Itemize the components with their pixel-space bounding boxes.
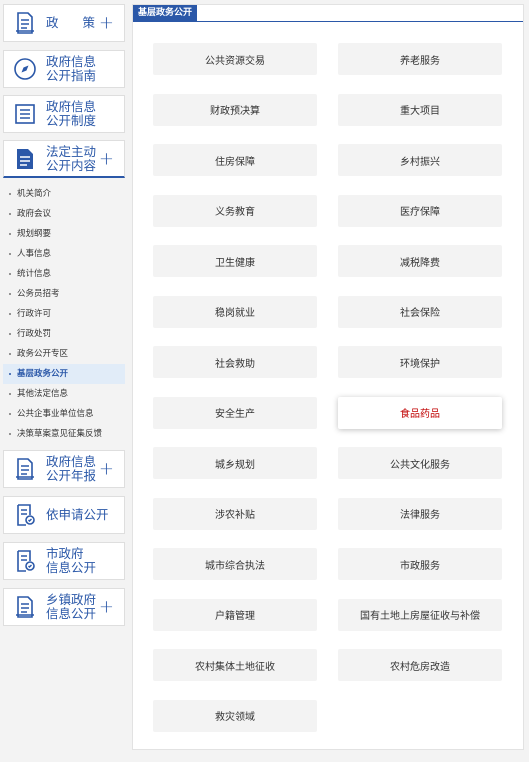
menu-annual-report[interactable]: 政府信息 公开年报 + [3, 450, 125, 488]
submenu-item[interactable]: 机关简介 [3, 184, 125, 204]
category-button[interactable]: 公共文化服务 [338, 447, 502, 479]
submenu-item-active[interactable]: 基层政务公开 [3, 364, 125, 384]
submenu-item[interactable]: 其他法定信息 [3, 384, 125, 404]
submenu: 机关简介 政府会议 规划纲要 人事信息 统计信息 公务员招考 行政许可 行政处罚… [3, 184, 125, 444]
list-box-icon [12, 101, 38, 127]
menu-statutory-content-label: 法定主动 公开内容 [46, 143, 97, 173]
menu-statutory-content[interactable]: 法定主动 公开内容 + [3, 140, 125, 178]
main-panel: 基层政务公开 公共资源交易 养老服务 财政预决算 重大项目 住房保障 乡村振兴 … [132, 4, 524, 750]
expand-icon[interactable]: + [99, 597, 114, 618]
category-button[interactable]: 救灾领域 [153, 699, 317, 732]
category-button[interactable]: 户籍管理 [153, 598, 317, 631]
category-button[interactable]: 公共资源交易 [153, 43, 317, 75]
category-button[interactable]: 医疗保障 [338, 194, 502, 227]
document-check-icon [12, 502, 38, 528]
submenu-item[interactable]: 人事信息 [3, 244, 125, 264]
submenu-item[interactable]: 政府会议 [3, 204, 125, 224]
category-button[interactable]: 社会救助 [153, 346, 317, 378]
menu-disclosure-guide-label: 政府信息 公开指南 [46, 54, 97, 83]
menu-annual-report-label: 政府信息 公开年报 [46, 454, 97, 483]
menu-city-gov-disclosure-label: 市政府 信息公开 [46, 546, 97, 575]
submenu-item[interactable]: 公务员招考 [3, 284, 125, 304]
category-button[interactable]: 财政预决算 [153, 93, 317, 126]
menu-policy[interactable]: 政 策 + [3, 4, 125, 42]
category-button[interactable]: 住房保障 [153, 144, 317, 176]
menu-city-gov-disclosure[interactable]: 市政府 信息公开 [3, 542, 125, 580]
menu-township-gov-disclosure[interactable]: 乡镇政府 信息公开 + [3, 588, 125, 626]
menu-disclosure-system-label: 政府信息 公开制度 [46, 99, 97, 128]
menu-apply-disclosure[interactable]: 依申请公开 [3, 496, 125, 534]
category-button[interactable]: 法律服务 [338, 497, 502, 530]
panel-title: 基层政务公开 [133, 5, 198, 21]
category-button[interactable]: 减税降费 [338, 245, 502, 277]
submenu-item[interactable]: 公共企事业单位信息 [3, 404, 125, 424]
category-button[interactable]: 卫生健康 [153, 245, 317, 277]
compass-icon [12, 56, 38, 82]
category-button[interactable]: 养老服务 [338, 43, 502, 75]
submenu-item[interactable]: 统计信息 [3, 264, 125, 284]
menu-policy-label: 政 策 [46, 15, 105, 30]
panel-header: 基层政务公开 [133, 5, 523, 22]
category-button[interactable]: 环境保护 [338, 346, 502, 378]
category-button[interactable]: 城市综合执法 [153, 548, 317, 580]
expand-icon[interactable]: + [99, 148, 114, 169]
submenu-item[interactable]: 行政处罚 [3, 324, 125, 344]
sidebar: 政 策 + 政府信息 公开指南 政府信息 公开制度 法定主动 公开内容 + 机关… [0, 0, 127, 626]
category-button[interactable]: 市政服务 [338, 548, 502, 580]
category-button[interactable]: 义务教育 [153, 194, 317, 227]
category-grid: 公共资源交易 养老服务 财政预决算 重大项目 住房保障 乡村振兴 义务教育 医疗… [153, 43, 502, 732]
submenu-item[interactable]: 决策草案意见征集反馈 [3, 424, 125, 444]
expand-icon[interactable]: + [99, 13, 114, 34]
category-button[interactable]: 农村危房改造 [338, 649, 502, 681]
category-button[interactable]: 重大项目 [338, 93, 502, 126]
submenu-item[interactable]: 政务公开专区 [3, 344, 125, 364]
submenu-item[interactable]: 行政许可 [3, 304, 125, 324]
menu-disclosure-guide[interactable]: 政府信息 公开指南 [3, 50, 125, 88]
menu-township-gov-disclosure-label: 乡镇政府 信息公开 [46, 592, 97, 621]
document-check-icon [12, 548, 38, 574]
category-button[interactable]: 稳岗就业 [153, 295, 317, 328]
menu-apply-disclosure-label: 依申请公开 [46, 507, 109, 522]
document-list-icon [12, 594, 38, 620]
category-button[interactable]: 农村集体土地征收 [153, 649, 317, 681]
category-button[interactable]: 国有土地上房屋征收与补偿 [338, 598, 502, 631]
category-button[interactable]: 社会保险 [338, 295, 502, 328]
submenu-item[interactable]: 规划纲要 [3, 224, 125, 244]
document-list-icon [12, 456, 38, 482]
category-button[interactable]: 安全生产 [153, 396, 317, 429]
category-button[interactable]: 乡村振兴 [338, 144, 502, 176]
document-list-icon [12, 10, 38, 36]
document-filled-icon [12, 146, 38, 172]
menu-disclosure-system[interactable]: 政府信息 公开制度 [3, 95, 125, 133]
category-button-active[interactable]: 食品药品 [338, 396, 502, 429]
category-button[interactable]: 城乡规划 [153, 447, 317, 479]
category-button[interactable]: 涉农补贴 [153, 497, 317, 530]
expand-icon[interactable]: + [99, 459, 114, 480]
